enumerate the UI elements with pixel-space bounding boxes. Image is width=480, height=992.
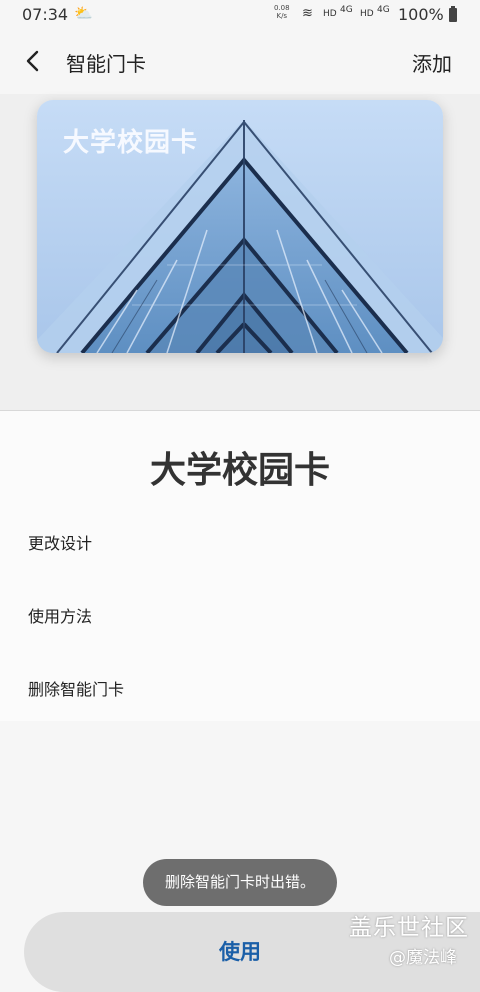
- network-4g-label-2: 4G: [377, 5, 390, 15]
- card-title: 大学校园卡: [63, 128, 199, 158]
- network-speed-unit: K/s: [276, 12, 288, 20]
- card-details: 大学校园卡 更改设计 使用方法 删除智能门卡: [0, 411, 480, 721]
- wifi-icon: ≋: [302, 6, 313, 21]
- battery-icon: [449, 6, 457, 22]
- use-button[interactable]: 使用: [219, 936, 261, 966]
- menu-item-how-to-use[interactable]: 使用方法: [28, 603, 92, 627]
- app-bar: 智能门卡 添加: [0, 30, 480, 94]
- watermark-community: 盖乐世社区: [349, 915, 469, 941]
- battery-level: 100%: [398, 5, 444, 24]
- cloud-sun-icon: ⛅: [74, 4, 93, 22]
- menu-item-delete-card[interactable]: 删除智能门卡: [28, 676, 124, 700]
- network-4g-label-1: 4G: [340, 5, 353, 15]
- card-name: 大学校园卡: [149, 450, 330, 491]
- card-preview-area: 大学校园卡: [0, 94, 480, 410]
- hd-badge-1: HD: [323, 9, 337, 19]
- back-button[interactable]: [18, 44, 50, 78]
- hd-badge-2: HD: [360, 9, 374, 19]
- network-speed-value: 0.08: [274, 4, 290, 12]
- error-toast: 删除智能门卡时出错。: [143, 859, 337, 906]
- add-button[interactable]: 添加: [412, 48, 452, 77]
- watermark-author: @魔法峰: [389, 948, 457, 968]
- menu-item-change-design[interactable]: 更改设计: [28, 530, 92, 554]
- status-time: 07:34: [22, 5, 69, 24]
- card-image[interactable]: 大学校园卡: [37, 100, 443, 353]
- status-bar: 07:34 ⛅ 0.08 K/s ≋ HD 4G HD 4G 100%: [0, 0, 480, 30]
- page-title: 智能门卡: [66, 52, 146, 76]
- chevron-left-icon: [26, 50, 39, 72]
- network-speed: 0.08 K/s: [274, 4, 290, 20]
